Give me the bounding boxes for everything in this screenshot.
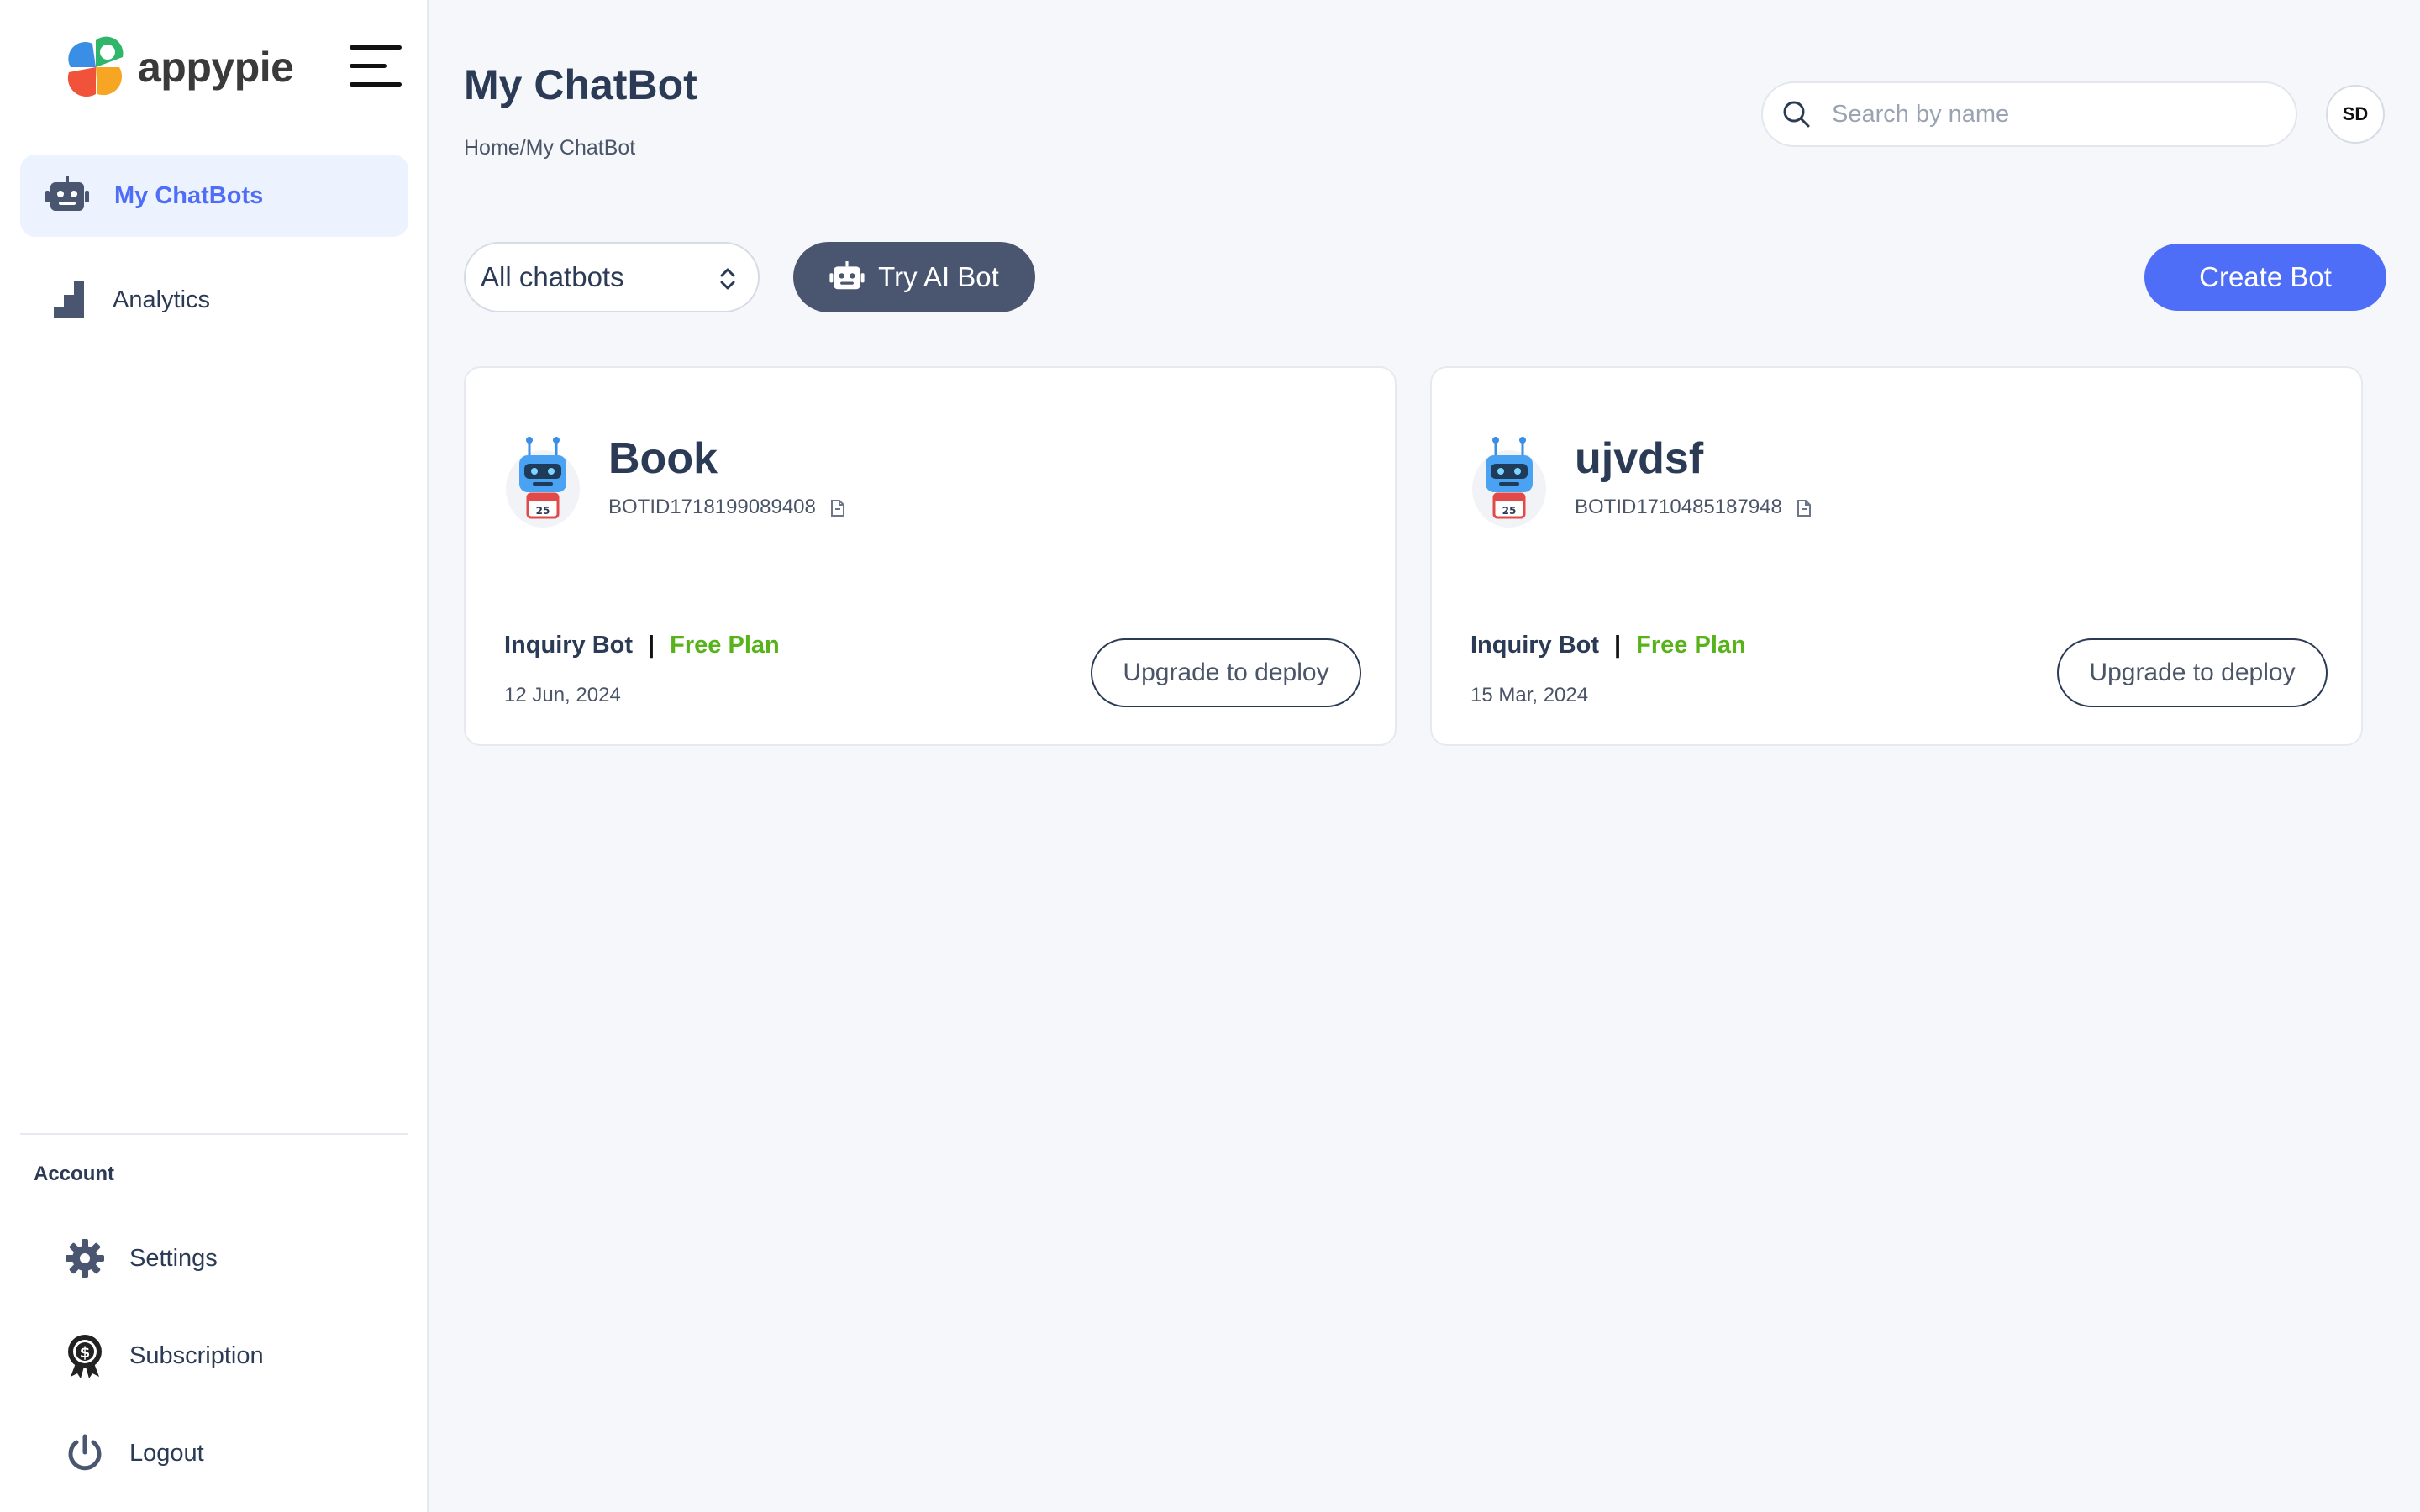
- bot-name: Book: [608, 434, 718, 483]
- bot-card[interactable]: 25 ujvdsf BOTID1710485187948 Inquiry Bot…: [1430, 366, 2363, 746]
- bot-meta: Inquiry Bot | Free Plan: [504, 632, 780, 659]
- upgrade-to-deploy-button[interactable]: Upgrade to deploy: [1091, 638, 1361, 707]
- user-avatar[interactable]: SD: [2326, 85, 2385, 144]
- copy-icon[interactable]: [1796, 497, 1812, 517]
- breadcrumb-separator: /: [519, 136, 526, 160]
- meta-separator: |: [1614, 632, 1622, 659]
- filter-selected-value: All chatbots: [481, 261, 624, 292]
- breadcrumb-home-link[interactable]: Home: [464, 136, 520, 160]
- breadcrumb: Home/My ChatBot: [464, 136, 635, 160]
- bot-date: 15 Mar, 2024: [1470, 684, 1589, 706]
- sidebar-item-settings[interactable]: Settings: [66, 1229, 218, 1288]
- sidebar-item-label: My ChatBots: [114, 181, 264, 209]
- brand-logo[interactable]: appypie: [64, 34, 294, 101]
- bot-date: 12 Jun, 2024: [504, 684, 621, 706]
- sidebar-item-logout[interactable]: Logout: [66, 1424, 204, 1483]
- gear-icon: [66, 1239, 104, 1278]
- bot-id: BOTID1710485187948: [1575, 496, 1782, 518]
- bot-id-row: BOTID1710485187948: [1575, 496, 1812, 519]
- sidebar: appypie My ChatBots Analytics Account Se…: [0, 0, 429, 1512]
- try-ai-bot-label: Try AI Bot: [878, 261, 999, 292]
- sidebar-item-label: Analytics: [113, 286, 211, 313]
- svg-text:25: 25: [536, 505, 550, 517]
- brand-name: appypie: [138, 44, 294, 91]
- try-ai-bot-button[interactable]: Try AI Bot: [793, 242, 1035, 312]
- search-icon: [1783, 101, 1810, 128]
- copy-icon[interactable]: [829, 497, 846, 517]
- sidebar-item-my-chatbots[interactable]: My ChatBots: [20, 155, 408, 237]
- sidebar-item-analytics[interactable]: Analytics: [20, 259, 408, 341]
- upgrade-to-deploy-button[interactable]: Upgrade to deploy: [2057, 638, 2328, 707]
- sidebar-divider: [20, 1133, 408, 1135]
- bot-plan: Free Plan: [670, 632, 780, 659]
- bot-id: BOTID1718199089408: [608, 496, 816, 518]
- bot-plan: Free Plan: [1636, 632, 1746, 659]
- bot-id-row: BOTID1718199089408: [608, 496, 846, 519]
- search-box[interactable]: [1761, 81, 2297, 147]
- robot-icon: [829, 261, 865, 290]
- menu-toggle-icon[interactable]: [350, 45, 402, 87]
- sidebar-item-subscription[interactable]: $ Subscription: [66, 1326, 264, 1385]
- analytics-icon: [54, 281, 84, 318]
- chatbot-filter-select[interactable]: All chatbots: [464, 242, 760, 312]
- bot-type: Inquiry Bot: [504, 632, 634, 659]
- bot-avatar-icon: 25: [506, 437, 580, 528]
- bot-name: ujvdsf: [1575, 434, 1704, 483]
- breadcrumb-current: My ChatBot: [525, 136, 636, 160]
- robot-icon: [45, 176, 89, 211]
- sort-caret-icon: [720, 268, 735, 290]
- bot-avatar-icon: 25: [1472, 437, 1546, 528]
- badge-icon: $: [68, 1335, 102, 1378]
- bot-type: Inquiry Bot: [1470, 632, 1600, 659]
- create-bot-button[interactable]: Create Bot: [2144, 244, 2386, 311]
- svg-text:25: 25: [1502, 505, 1517, 517]
- sidebar-item-label: Subscription: [129, 1341, 264, 1369]
- page-title: My ChatBot: [464, 61, 697, 108]
- appypie-logo-icon: [67, 36, 124, 97]
- svg-text:$: $: [80, 1344, 91, 1362]
- bot-meta: Inquiry Bot | Free Plan: [1470, 632, 1746, 659]
- sidebar-item-label: Settings: [129, 1244, 218, 1272]
- meta-separator: |: [648, 632, 655, 659]
- sidebar-item-label: Logout: [129, 1439, 204, 1467]
- power-icon: [68, 1434, 102, 1471]
- bot-card[interactable]: 25 Book BOTID1718199089408 Inquiry Bot |…: [464, 366, 1397, 746]
- account-heading: Account: [34, 1163, 114, 1185]
- search-input[interactable]: [1830, 99, 2270, 129]
